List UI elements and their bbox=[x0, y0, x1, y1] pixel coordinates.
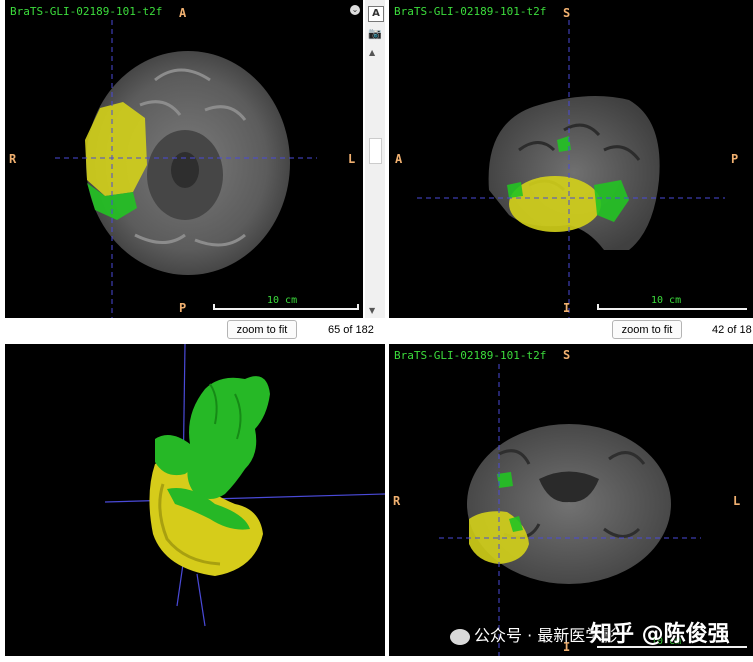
axial-view[interactable]: BraTS-GLI-02189-101-t2f A R L P 10 cm ⌄ bbox=[5, 0, 363, 318]
3d-render-view[interactable] bbox=[5, 344, 385, 656]
coronal-brain-image bbox=[439, 364, 701, 656]
scroll-down-icon[interactable]: ▼ bbox=[369, 306, 375, 315]
scale-bar-label: 10 cm bbox=[651, 295, 682, 306]
wechat-icon bbox=[450, 628, 470, 645]
scrollbar-thumb[interactable] bbox=[369, 138, 382, 164]
camera-icon[interactable]: 📷 bbox=[368, 27, 382, 41]
side-toolbar: A 📷 ▲ ▼ bbox=[365, 0, 385, 318]
orientation-bottom: P bbox=[179, 301, 187, 315]
orientation-left: A bbox=[395, 152, 403, 166]
orientation-top: S bbox=[563, 348, 571, 362]
orientation-top: S bbox=[563, 6, 571, 20]
sagittal-brain-image bbox=[417, 20, 725, 318]
scan-title: BraTS-GLI-02189-101-t2f bbox=[394, 5, 547, 18]
view-menu-icon[interactable]: ⌄ bbox=[350, 5, 360, 15]
scan-title: BraTS-GLI-02189-101-t2f bbox=[394, 349, 547, 362]
axial-brain-image bbox=[55, 20, 317, 318]
scan-title: BraTS-GLI-02189-101-t2f bbox=[10, 5, 163, 18]
3d-tumor-render bbox=[104, 344, 385, 627]
scroll-up-icon[interactable]: ▲ bbox=[369, 48, 375, 57]
orientation-left: R bbox=[393, 494, 401, 508]
label-toggle-button[interactable]: A bbox=[368, 6, 384, 22]
orientation-top: A bbox=[179, 6, 187, 20]
orientation-right: L bbox=[348, 152, 356, 166]
scale-bar bbox=[597, 308, 747, 310]
zhihu-watermark: 知乎 @陈俊强 bbox=[590, 622, 730, 647]
scale-bar-label: 10 cm bbox=[267, 295, 298, 306]
scale-bar-tick-right bbox=[357, 304, 359, 310]
zoom-to-fit-button[interactable]: zoom to fit bbox=[227, 320, 297, 339]
sagittal-view[interactable]: BraTS-GLI-02189-101-t2f S A P I 10 cm bbox=[389, 0, 753, 318]
orientation-left: R bbox=[9, 152, 17, 166]
slice-counter: 42 of 18 bbox=[712, 324, 752, 336]
scale-bar-tick-left bbox=[213, 304, 215, 310]
coronal-view[interactable]: BraTS-GLI-02189-101-t2f S R L I 10 cm bbox=[389, 344, 753, 656]
scale-bar-tick-left bbox=[597, 304, 599, 310]
orientation-bottom: I bbox=[563, 301, 571, 315]
zoom-to-fit-button[interactable]: zoom to fit bbox=[612, 320, 682, 339]
orientation-right: L bbox=[733, 494, 741, 508]
slice-counter: 65 of 182 bbox=[328, 324, 374, 336]
scale-bar bbox=[213, 308, 359, 310]
orientation-right: P bbox=[731, 152, 739, 166]
